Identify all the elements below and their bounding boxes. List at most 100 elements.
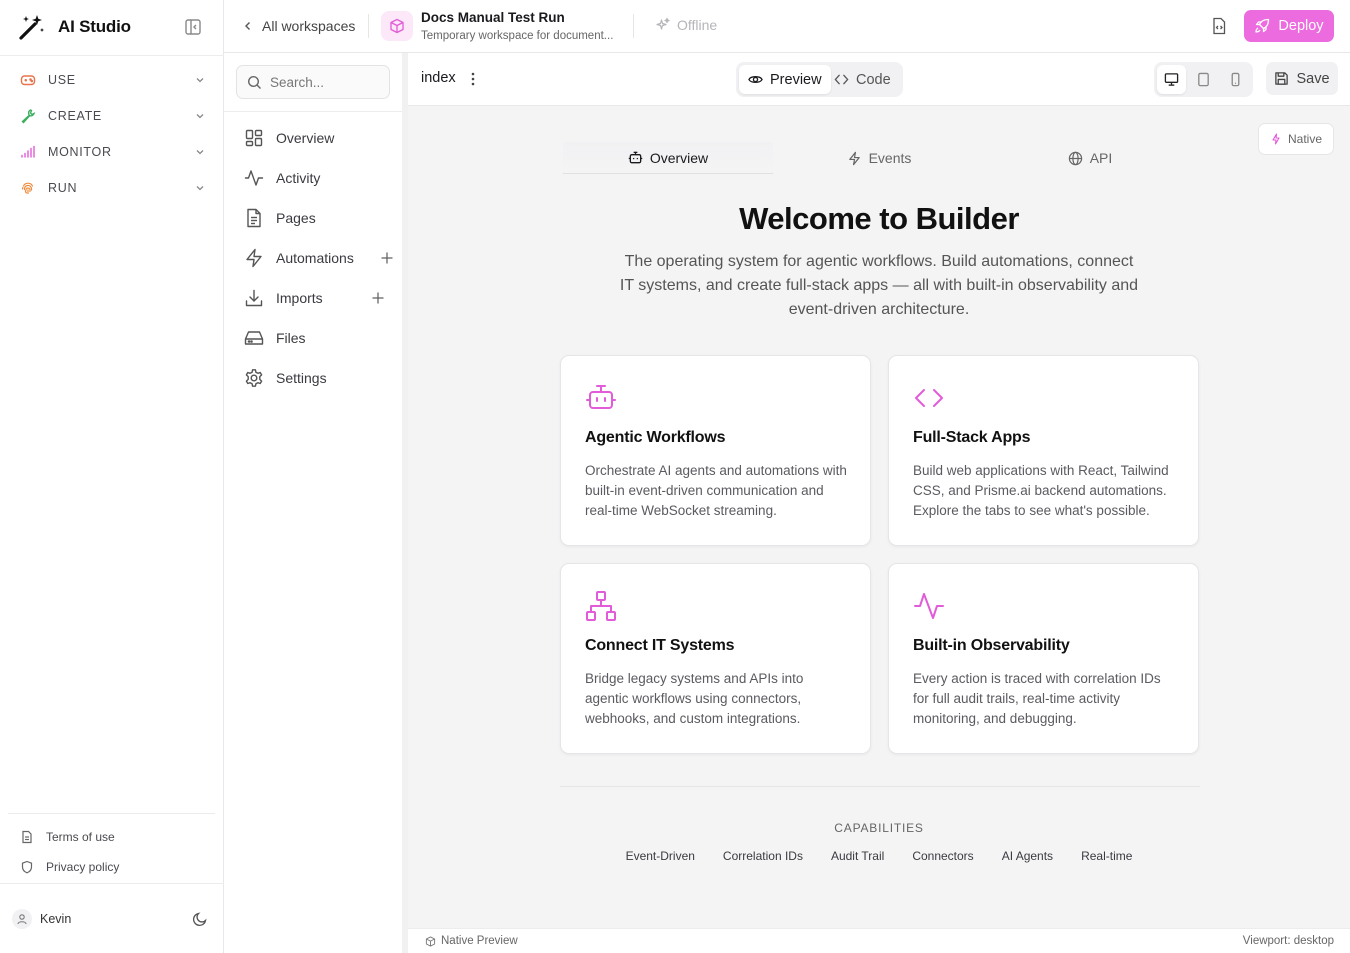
chevron-down-icon: [194, 74, 206, 86]
tab-label: Events: [868, 150, 912, 166]
moon-icon[interactable]: [192, 911, 208, 927]
hero-title: Welcome to Builder: [739, 201, 1019, 236]
sidebar-item-label: Files: [276, 330, 306, 346]
sidebar-item-label: Automations: [276, 250, 354, 266]
add-automation-icon[interactable]: [380, 251, 394, 265]
wrench-icon: [20, 108, 36, 124]
add-import-icon[interactable]: [371, 291, 385, 305]
user-name: Kevin: [40, 912, 72, 926]
brand[interactable]: AI Studio: [18, 12, 131, 42]
native-badge[interactable]: Native: [1258, 123, 1334, 155]
fingerprint-icon: [20, 180, 36, 196]
sidebar-item-files[interactable]: Files: [244, 327, 394, 349]
nav-group-create[interactable]: CREATE: [20, 104, 206, 128]
nav-group-label: MONITOR: [48, 145, 112, 159]
capabilities-heading: CAPABILITIES: [834, 821, 924, 835]
native-preview-status: Native Preview: [425, 935, 518, 947]
card-description: Every action is traced with correlation …: [913, 671, 1161, 726]
header-separator: [368, 14, 369, 38]
all-workspaces-link[interactable]: All workspaces: [242, 16, 355, 36]
offline-label: Offline: [677, 17, 718, 33]
tab-api[interactable]: API: [985, 142, 1195, 174]
search-input[interactable]: Search...: [236, 65, 390, 99]
feature-card-full-stack-apps[interactable]: Full-Stack Apps Build web applications w…: [888, 355, 1199, 546]
chevron-down-icon: [194, 146, 206, 158]
native-label: Native: [1287, 132, 1322, 146]
user-menu[interactable]: Kevin: [12, 908, 208, 930]
save-label: Save: [1296, 70, 1330, 87]
sidebar-item-activity[interactable]: Activity: [244, 167, 394, 189]
nav-group-label: USE: [48, 73, 76, 87]
nav-group-run[interactable]: RUN: [20, 176, 206, 200]
terms-of-use-label: Terms of use: [46, 830, 115, 844]
sidebar-divider: [0, 55, 224, 56]
sidebar-item-overview[interactable]: Overview: [244, 127, 394, 149]
collapse-sidebar-icon[interactable]: [184, 18, 202, 36]
desktop-view-button[interactable]: [1157, 65, 1186, 94]
nav-group-use[interactable]: USE: [20, 68, 206, 92]
nav-group-monitor[interactable]: MONITOR: [20, 140, 206, 164]
privacy-policy-label: Privacy policy: [46, 860, 120, 874]
card-title: Full-Stack Apps: [913, 429, 1031, 446]
code-label: Code: [856, 71, 891, 88]
mobile-view-button[interactable]: [1221, 65, 1250, 94]
layout-grid-icon: [244, 128, 264, 148]
avatar: [12, 909, 32, 929]
all-workspaces-label: All workspaces: [262, 18, 356, 34]
terms-of-use-link[interactable]: Terms of use: [20, 827, 115, 847]
monitor-icon: [1164, 72, 1179, 87]
viewport-status: Viewport: desktop: [1242, 935, 1334, 947]
offline-status: Offline: [655, 17, 717, 33]
status-bar: Native Preview Viewport: desktop: [408, 928, 1350, 953]
eye-icon: [748, 72, 763, 87]
sidebar-item-imports[interactable]: Imports: [244, 287, 385, 309]
sidebar-item-settings[interactable]: Settings: [244, 367, 394, 389]
status-left-label: Native Preview: [441, 935, 518, 947]
signal-bars-icon: [20, 144, 36, 160]
more-options-icon[interactable]: [468, 71, 478, 87]
tablet-view-button[interactable]: [1189, 65, 1218, 94]
sidebar-item-automations[interactable]: Automations: [244, 247, 394, 269]
sidebar-item-label: Imports: [276, 290, 323, 306]
sidebar-divider: [8, 813, 215, 814]
workspace-sidebar-divider: [224, 111, 403, 112]
cube-icon: [425, 935, 436, 947]
tablet-icon: [1196, 72, 1211, 87]
feature-card-built-in-observability[interactable]: Built-in Observability Every action is t…: [888, 563, 1199, 754]
zap-icon: [847, 151, 862, 166]
workspace-cube-icon: [381, 11, 413, 41]
deploy-button[interactable]: Deploy: [1244, 10, 1334, 42]
capability-item: Connectors: [912, 849, 974, 863]
capability-item: Correlation IDs: [722, 849, 803, 863]
workspace-sidebar: Search... Overview Activity Pages Automa…: [224, 53, 403, 953]
network-icon: [585, 590, 617, 622]
code-mode-button[interactable]: Code: [825, 65, 900, 94]
tab-overview[interactable]: Overview: [563, 142, 773, 174]
capabilities-divider: [560, 786, 1200, 787]
deploy-label: Deploy: [1278, 18, 1324, 34]
file-text-icon: [244, 208, 264, 228]
device-toggle: [1154, 62, 1253, 97]
capabilities-list: Event-Driven Correlation IDs Audit Trail…: [408, 849, 1350, 863]
feature-card-agentic-workflows[interactable]: Agentic Workflows Orchestrate AI agents …: [560, 355, 871, 546]
sidebar-item-label: Settings: [276, 370, 327, 386]
editor-toolbar: index Preview Code Save: [408, 53, 1350, 106]
save-button[interactable]: Save: [1266, 62, 1338, 95]
privacy-policy-link[interactable]: Privacy policy: [20, 857, 119, 877]
robot-icon: [628, 150, 643, 165]
preview-canvas: Native Overview Events API Welcome to Bu…: [408, 106, 1350, 928]
sidebar-item-pages[interactable]: Pages: [244, 207, 394, 229]
chevron-down-icon: [194, 110, 206, 122]
nav-group-label: CREATE: [48, 109, 102, 123]
preview-mode-button[interactable]: Preview: [739, 65, 831, 94]
sidebar-item-label: Overview: [276, 130, 335, 146]
card-description: Orchestrate AI agents and automations wi…: [585, 463, 847, 518]
file-code-icon[interactable]: [1210, 17, 1228, 35]
top-header: All workspaces Docs Manual Test Run Temp…: [224, 0, 1350, 53]
file-name[interactable]: index: [421, 70, 456, 86]
feature-card-connect-it-systems[interactable]: Connect IT Systems Bridge legacy systems…: [560, 563, 871, 754]
workspace-title: Docs Manual Test Run: [421, 10, 565, 25]
tab-events[interactable]: Events: [774, 142, 984, 174]
chevron-down-icon: [194, 182, 206, 194]
view-mode-toggle: Preview Code: [736, 62, 903, 97]
